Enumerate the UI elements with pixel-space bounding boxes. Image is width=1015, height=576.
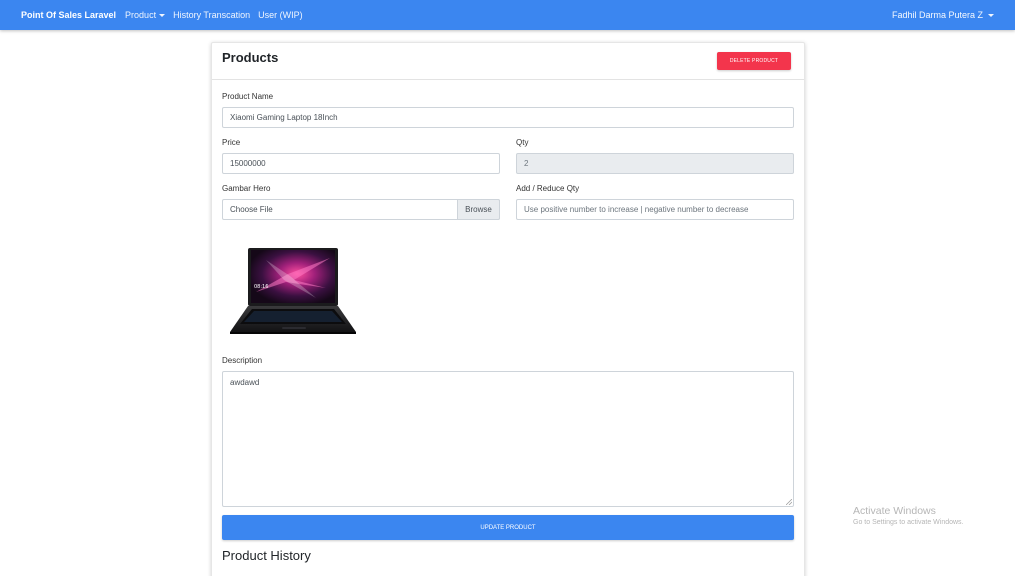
price-label: Price (222, 138, 241, 147)
hero-file-input[interactable]: Choose File Browse (222, 199, 500, 220)
hero-image-clock: 08:16 (254, 284, 268, 290)
add-reduce-qty-placeholder: Use positive number to increase | negati… (524, 205, 749, 214)
user-name: Fadhil Darma Putera Z (891, 10, 983, 20)
qty-value: 2 (524, 159, 529, 168)
user-menu[interactable]: Fadhil Darma Putera Z (892, 0, 994, 30)
product-card: Products DELETE PRODUCT Product Name Xia… (211, 42, 805, 576)
chevron-down-icon (159, 13, 166, 17)
description-textarea[interactable]: awdawd (222, 371, 794, 507)
price-value: 15000000 (230, 159, 266, 168)
price-input[interactable]: 15000000 (222, 153, 500, 174)
navbar-brand[interactable]: Point Of Sales Laravel (21, 10, 116, 20)
nav-item-product-label: Product (125, 10, 157, 20)
product-name-value: Xiaomi Gaming Laptop 18Inch (230, 113, 338, 122)
activate-windows-watermark: Activate Windows Go to Settings to activ… (853, 505, 964, 526)
product-history-title: Product History (222, 548, 311, 563)
add-reduce-qty-label: Add / Reduce Qty (516, 184, 580, 193)
qty-input: 2 (516, 153, 794, 174)
qty-label: Qty (516, 138, 529, 147)
top-navbar: Point Of Sales Laravel Product History T… (0, 0, 1015, 30)
watermark-title: Activate Windows (853, 505, 936, 517)
page-title: Products (222, 50, 279, 65)
nav-item-history[interactable]: History Transcation (173, 10, 250, 20)
browse-button[interactable]: Browse (457, 199, 500, 220)
hero-file-value: Choose File (230, 205, 273, 214)
nav-item-user[interactable]: User (WIP) (258, 10, 303, 20)
watermark-subtitle: Go to Settings to activate Windows. (853, 519, 964, 526)
nav-item-product[interactable]: Product (125, 10, 166, 20)
update-product-button[interactable]: UPDATE PRODUCT (222, 515, 794, 540)
navbar-left: Point Of Sales Laravel Product History T… (21, 0, 311, 30)
hero-image: 08:16 (230, 248, 356, 334)
hero-label: Gambar Hero (222, 184, 271, 193)
resize-grip-icon[interactable] (786, 499, 792, 505)
add-reduce-qty-input[interactable]: Use positive number to increase | negati… (516, 199, 794, 220)
chevron-down-icon (988, 13, 994, 17)
product-name-label: Product Name (222, 92, 274, 101)
description-label: Description (222, 356, 263, 365)
description-value: awdawd (230, 378, 260, 387)
product-name-input[interactable]: Xiaomi Gaming Laptop 18Inch (222, 107, 794, 128)
delete-product-button[interactable]: DELETE PRODUCT (717, 52, 791, 70)
card-header: Products DELETE PRODUCT (212, 43, 804, 80)
